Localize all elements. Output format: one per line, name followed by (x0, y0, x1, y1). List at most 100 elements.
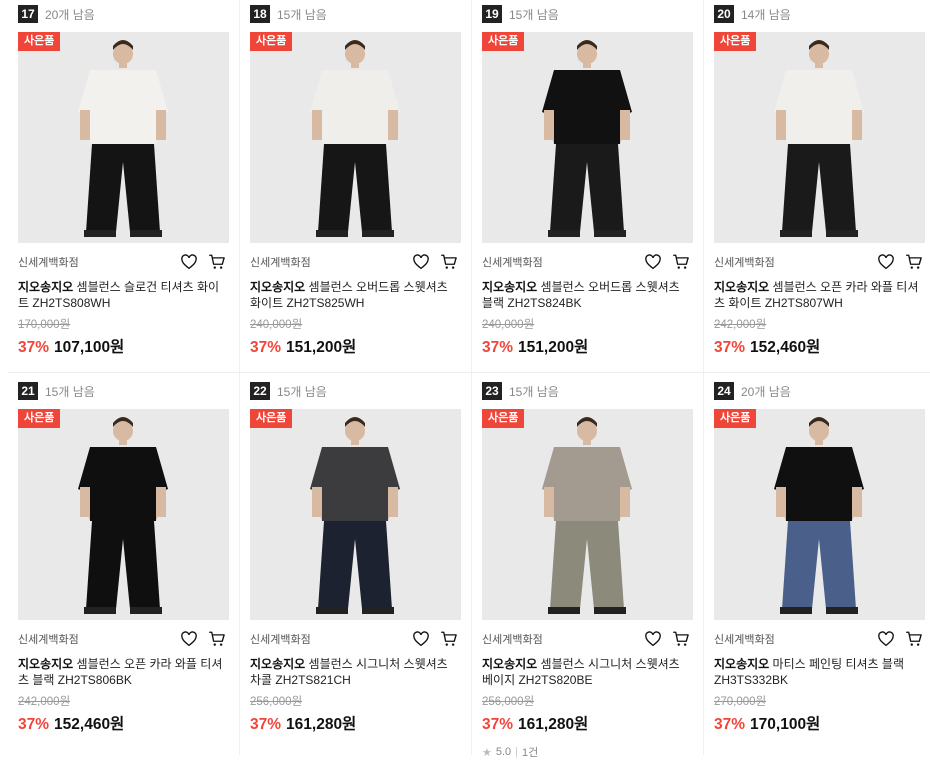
heart-icon[interactable] (643, 629, 663, 649)
product-image[interactable]: 사은품 (482, 32, 693, 243)
model-illustration (482, 409, 693, 620)
card-actions (876, 629, 924, 649)
product-title[interactable]: 지오송지오 셈블런스 오픈 카라 와플 티셔츠 화이트 ZH2TS807WH (714, 279, 924, 311)
product-card[interactable]: 18 15개 남음 사은품 신세계백화점 지오송지오 셈블런스 오버드롭 스웻셔… (240, 0, 472, 372)
rank-row: 20 14개 남음 (714, 4, 926, 24)
heart-icon[interactable] (179, 629, 199, 649)
brand-name: 지오송지오 (18, 657, 74, 671)
heart-icon[interactable] (876, 629, 896, 649)
product-title[interactable]: 지오송지오 셈블런스 오버드롭 스웻셔츠 블랙 ZH2TS824BK (482, 279, 692, 311)
sale-price: 152,460원 (54, 716, 125, 733)
product-title[interactable]: 지오송지오 마티스 페인팅 티셔츠 블랙 ZH3TS332BK (714, 656, 924, 688)
heart-icon[interactable] (876, 252, 896, 272)
sale-price: 170,100원 (750, 716, 821, 733)
product-title[interactable]: 지오송지오 셈블런스 오버드롭 스웻셔츠 화이트 ZH2TS825WH (250, 279, 460, 311)
meta-row: 신세계백화점 (714, 252, 926, 272)
price-row: 37% 152,460원 (18, 712, 229, 734)
price-row: 37% 170,100원 (714, 712, 926, 734)
card-actions (643, 252, 691, 272)
discount-rate: 37% (250, 716, 282, 733)
rank-row: 24 20개 남음 (714, 381, 926, 401)
store-name: 신세계백화점 (250, 257, 311, 269)
price-row: 37% 161,280원 (482, 712, 693, 734)
brand-name: 지오송지오 (482, 280, 538, 294)
product-card[interactable]: 23 15개 남음 사은품 신세계백화점 지오송지오 셈블런스 시그니처 스웻셔… (472, 372, 704, 759)
discount-rate: 37% (18, 716, 50, 733)
rank-row: 23 15개 남음 (482, 381, 693, 401)
rating: ★ 5.0 | 1건 (482, 744, 693, 760)
star-icon: ★ (482, 746, 492, 759)
store-name: 신세계백화점 (18, 634, 79, 646)
gift-badge: 사은품 (250, 409, 293, 428)
rank-badge: 23 (482, 382, 502, 400)
price-row: 37% 151,200원 (250, 335, 461, 357)
price-row: 37% 151,200원 (482, 335, 693, 357)
rank-row: 18 15개 남음 (250, 4, 461, 24)
model-illustration (714, 409, 925, 620)
product-image[interactable]: 사은품 (250, 32, 461, 243)
stock-remaining: 15개 남음 (277, 384, 327, 399)
meta-row: 신세계백화점 (482, 629, 693, 649)
meta-row: 신세계백화점 (250, 629, 461, 649)
stock-remaining: 15개 남음 (277, 7, 327, 22)
cart-icon[interactable] (439, 629, 459, 649)
product-card[interactable]: 20 14개 남음 사은품 신세계백화점 지오송지오 셈블런스 오픈 카라 와플… (704, 0, 930, 372)
product-title[interactable]: 지오송지오 셈블런스 시그니처 스웻셔츠 베이지 ZH2TS820BE (482, 656, 692, 688)
store-name: 신세계백화점 (482, 257, 543, 269)
product-image[interactable]: 사은품 (18, 32, 229, 243)
cart-icon[interactable] (439, 252, 459, 272)
store-name: 신세계백화점 (714, 257, 775, 269)
store-name: 신세계백화점 (250, 634, 311, 646)
product-title[interactable]: 지오송지오 셈블런스 슬로건 티셔츠 화이트 ZH2TS808WH (18, 279, 228, 311)
heart-icon[interactable] (411, 252, 431, 272)
rank-badge: 18 (250, 5, 270, 23)
heart-icon[interactable] (411, 629, 431, 649)
cart-icon[interactable] (904, 252, 924, 272)
brand-name: 지오송지오 (18, 280, 74, 294)
product-card[interactable]: 24 20개 남음 사은품 신세계백화점 지오송지오 마티스 페인팅 티셔츠 블… (704, 372, 930, 755)
heart-icon[interactable] (643, 252, 663, 272)
store-name: 신세계백화점 (714, 634, 775, 646)
gift-badge: 사은품 (18, 32, 61, 51)
cart-icon[interactable] (671, 252, 691, 272)
original-price: 270,000원 (714, 696, 767, 708)
cart-icon[interactable] (671, 629, 691, 649)
product-title[interactable]: 지오송지오 셈블런스 시그니처 스웻셔츠 차콜 ZH2TS821CH (250, 656, 460, 688)
discount-rate: 37% (714, 716, 746, 733)
product-image[interactable]: 사은품 (18, 409, 229, 620)
product-image[interactable]: 사은품 (482, 409, 693, 620)
cart-icon[interactable] (207, 252, 227, 272)
heart-icon[interactable] (179, 252, 199, 272)
gift-badge: 사은품 (714, 409, 757, 428)
rating-score: 5.0 (495, 746, 512, 758)
product-image[interactable]: 사은품 (250, 409, 461, 620)
product-card[interactable]: 19 15개 남음 사은품 신세계백화점 지오송지오 셈블런스 오버드롭 스웻셔… (472, 0, 704, 372)
store-name: 신세계백화점 (482, 634, 543, 646)
product-title[interactable]: 지오송지오 셈블런스 오픈 카라 와플 티셔츠 블랙 ZH2TS806BK (18, 656, 228, 688)
rank-badge: 21 (18, 382, 38, 400)
meta-row: 신세계백화점 (714, 629, 926, 649)
cart-icon[interactable] (207, 629, 227, 649)
product-card[interactable]: 17 20개 남음 사은품 신세계백화점 지오송지오 셈블런스 슬로건 티셔츠 … (8, 0, 240, 372)
brand-name: 지오송지오 (250, 657, 306, 671)
sale-price: 151,200원 (286, 339, 357, 356)
cart-icon[interactable] (904, 629, 924, 649)
gift-badge: 사은품 (250, 32, 293, 51)
gift-badge: 사은품 (482, 409, 525, 428)
store-name: 신세계백화점 (18, 257, 79, 269)
meta-row: 신세계백화점 (18, 629, 229, 649)
product-card[interactable]: 21 15개 남음 사은품 신세계백화점 지오송지오 셈블런스 오픈 카라 와플… (8, 372, 240, 755)
product-image[interactable]: 사은품 (714, 409, 925, 620)
brand-name: 지오송지오 (714, 280, 770, 294)
product-image[interactable]: 사은품 (714, 32, 925, 243)
rank-row: 21 15개 남음 (18, 381, 229, 401)
meta-row: 신세계백화점 (18, 252, 229, 272)
card-actions (411, 629, 459, 649)
rank-row: 19 15개 남음 (482, 4, 693, 24)
model-illustration (250, 32, 461, 243)
model-illustration (250, 409, 461, 620)
rank-badge: 17 (18, 5, 38, 23)
brand-name: 지오송지오 (482, 657, 538, 671)
original-price: 242,000원 (18, 696, 71, 708)
product-card[interactable]: 22 15개 남음 사은품 신세계백화점 지오송지오 셈블런스 시그니처 스웻셔… (240, 372, 472, 755)
